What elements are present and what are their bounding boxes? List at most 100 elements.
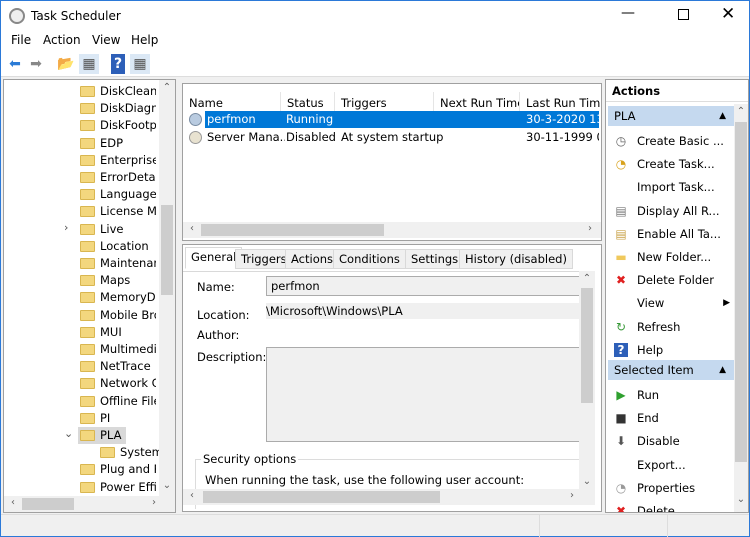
collapse-icon[interactable]: ▲	[719, 106, 726, 126]
task-clock-icon	[189, 131, 202, 144]
tree-item-multimedia[interactable]: Multimedia	[4, 341, 164, 358]
refresh-icon: ↻	[615, 319, 627, 334]
action-export[interactable]: Export...	[608, 454, 732, 476]
collapse-icon[interactable]: ▲	[719, 360, 726, 380]
folder-icon	[80, 103, 95, 115]
action-run[interactable]: ▶ Run	[608, 384, 732, 406]
task-row-perfmon[interactable]: perfmon Running 30-3-2020 13:3	[187, 111, 599, 128]
folder-icon	[80, 464, 95, 476]
close-button[interactable]: ✕	[721, 4, 735, 24]
action-help[interactable]: ? Help	[608, 339, 732, 361]
tree-item-edp[interactable]: EDP	[4, 135, 164, 152]
menu-help[interactable]: Help	[131, 33, 158, 47]
tree-item-diskfootpri[interactable]: DiskFootpri	[4, 117, 164, 134]
section-header-selected-item[interactable]: Selected Item ▲	[608, 360, 734, 380]
tree-item-license-ma[interactable]: License Ma	[4, 203, 164, 220]
folder-icon	[80, 86, 95, 97]
action-new-folder[interactable]: ▬ New Folder...	[608, 246, 732, 268]
action-display-all-r[interactable]: ▤ Display All R...	[608, 200, 732, 222]
name-field[interactable]: perfmon	[266, 276, 586, 296]
action-create-basic[interactable]: ◷ Create Basic ...	[608, 130, 732, 152]
folder-icon	[80, 395, 95, 407]
tree-item-maps[interactable]: Maps	[4, 272, 164, 289]
action-refresh[interactable]: ↻ Refresh	[608, 316, 732, 338]
tab-conditions[interactable]: Conditions	[333, 249, 406, 269]
tree-item-system[interactable]: System	[4, 444, 164, 461]
tree-item-mobile-bro[interactable]: Mobile Bro	[4, 307, 164, 324]
tree-item-pi[interactable]: PI	[4, 410, 164, 427]
action-disable[interactable]: ⬇ Disable	[608, 430, 732, 452]
tree-item-enterprisem[interactable]: EnterpriseM	[4, 152, 164, 169]
task-list-horizontal-scrollbar[interactable]: ‹ ›	[183, 222, 601, 238]
forward-icon[interactable]: ➡	[26, 54, 46, 74]
tree-item-diskcleanu[interactable]: DiskCleanu	[4, 83, 164, 100]
tree-item-pla[interactable]: ⌄ PLA	[4, 427, 164, 444]
action-label: Refresh	[637, 319, 681, 334]
action-label: Help	[637, 342, 664, 357]
show-hide-action-pane-icon[interactable]: ▦	[130, 54, 150, 74]
tree-item-label: Live	[100, 221, 124, 236]
folder-icon	[80, 189, 95, 201]
menu-file[interactable]: File	[11, 33, 31, 47]
tree-item-mui[interactable]: MUI	[4, 324, 164, 341]
action-properties[interactable]: ◔ Properties	[608, 477, 732, 499]
tree-item-power-effic[interactable]: Power Effic	[4, 479, 164, 496]
menu-action[interactable]: Action	[43, 33, 81, 47]
tree-item-errordetails[interactable]: ErrorDetails	[4, 169, 164, 186]
tab-actions[interactable]: Actions	[285, 249, 340, 269]
tab-settings[interactable]: Settings	[405, 249, 465, 269]
action-delete-folder[interactable]: ✖ Delete Folder	[608, 269, 732, 291]
folder-icon	[80, 154, 95, 166]
tree-item-languagec[interactable]: LanguageC	[4, 186, 164, 203]
tree-item-memorydia[interactable]: MemoryDia	[4, 289, 164, 306]
show-hide-console-tree-icon[interactable]: ▦	[79, 54, 99, 74]
tree-item-label: Location	[100, 238, 149, 253]
folder-icon	[80, 361, 95, 373]
tab-triggers[interactable]: Triggers	[235, 249, 293, 269]
task-last-run: 30-3-2020 13:3	[526, 112, 599, 126]
tree-item-maintenanc[interactable]: Maintenanc	[4, 255, 164, 272]
task-name: Server Mana...	[207, 130, 285, 144]
folder-icon	[80, 275, 95, 287]
tree-item-offline-files[interactable]: Offline Files	[4, 393, 164, 410]
action-view[interactable]: View ▶	[608, 292, 732, 314]
description-field[interactable]	[266, 347, 586, 442]
tab-general[interactable]: General	[185, 247, 243, 269]
tree-item-plug-and-pl[interactable]: Plug and Pl	[4, 461, 164, 478]
expand-chevron-icon[interactable]: ›	[64, 221, 68, 234]
scrollbar-thumb[interactable]	[161, 205, 173, 295]
help-icon[interactable]: ?	[111, 54, 125, 74]
tree-item-label: Maintenanc	[100, 256, 156, 270]
tree-item-nettrace[interactable]: NetTrace	[4, 358, 164, 375]
title-bar: Task Scheduler — ✕	[1, 1, 749, 31]
tree-item-location[interactable]: Location	[4, 238, 164, 255]
up-folder-icon[interactable]: 📂	[56, 54, 76, 74]
action-enable-all-ta[interactable]: ▤ Enable All Ta...	[608, 223, 732, 245]
tree-horizontal-scrollbar[interactable]: ‹ ›	[4, 496, 175, 512]
back-icon[interactable]: ⬅	[5, 54, 25, 74]
action-end[interactable]: ■ End	[608, 407, 732, 429]
location-field: \Microsoft\Windows\PLA	[266, 303, 586, 319]
actions-vertical-scrollbar[interactable]: ⌃ ⌄	[734, 104, 748, 512]
tree-item-live[interactable]: › Live	[4, 221, 164, 238]
details-horizontal-scrollbar[interactable]: ‹ ›	[183, 489, 595, 505]
tree-item-network-co[interactable]: Network Co	[4, 375, 164, 392]
menu-view[interactable]: View	[92, 33, 120, 47]
details-vertical-scrollbar[interactable]: ⌃ ⌄	[579, 271, 595, 493]
section-header-pla[interactable]: PLA ▲	[608, 106, 734, 126]
action-label: Display All R...	[637, 203, 720, 218]
action-delete[interactable]: ✖ Delete	[608, 500, 732, 512]
tree-item-diskdiagno[interactable]: DiskDiagno	[4, 100, 164, 117]
task-row-server-manager[interactable]: Server Mana... Disabled At system startu…	[187, 129, 599, 146]
maximize-button[interactable]	[678, 9, 689, 20]
task-scheduler-window: Task Scheduler — ✕ File Action View Help…	[0, 0, 750, 537]
tab-history-disabled[interactable]: History (disabled)	[459, 249, 573, 269]
folder-icon	[80, 412, 95, 424]
tree-item-label: DiskCleanu	[100, 84, 156, 98]
action-import-task[interactable]: Import Task...	[608, 176, 732, 198]
minimize-button[interactable]: —	[621, 5, 635, 21]
action-create-task[interactable]: ◔ Create Task...	[608, 153, 732, 175]
expanded-chevron-icon[interactable]: ⌄	[64, 427, 73, 440]
folder-icon	[80, 326, 95, 338]
tree-vertical-scrollbar[interactable]: ⌃ ⌄	[159, 80, 175, 496]
